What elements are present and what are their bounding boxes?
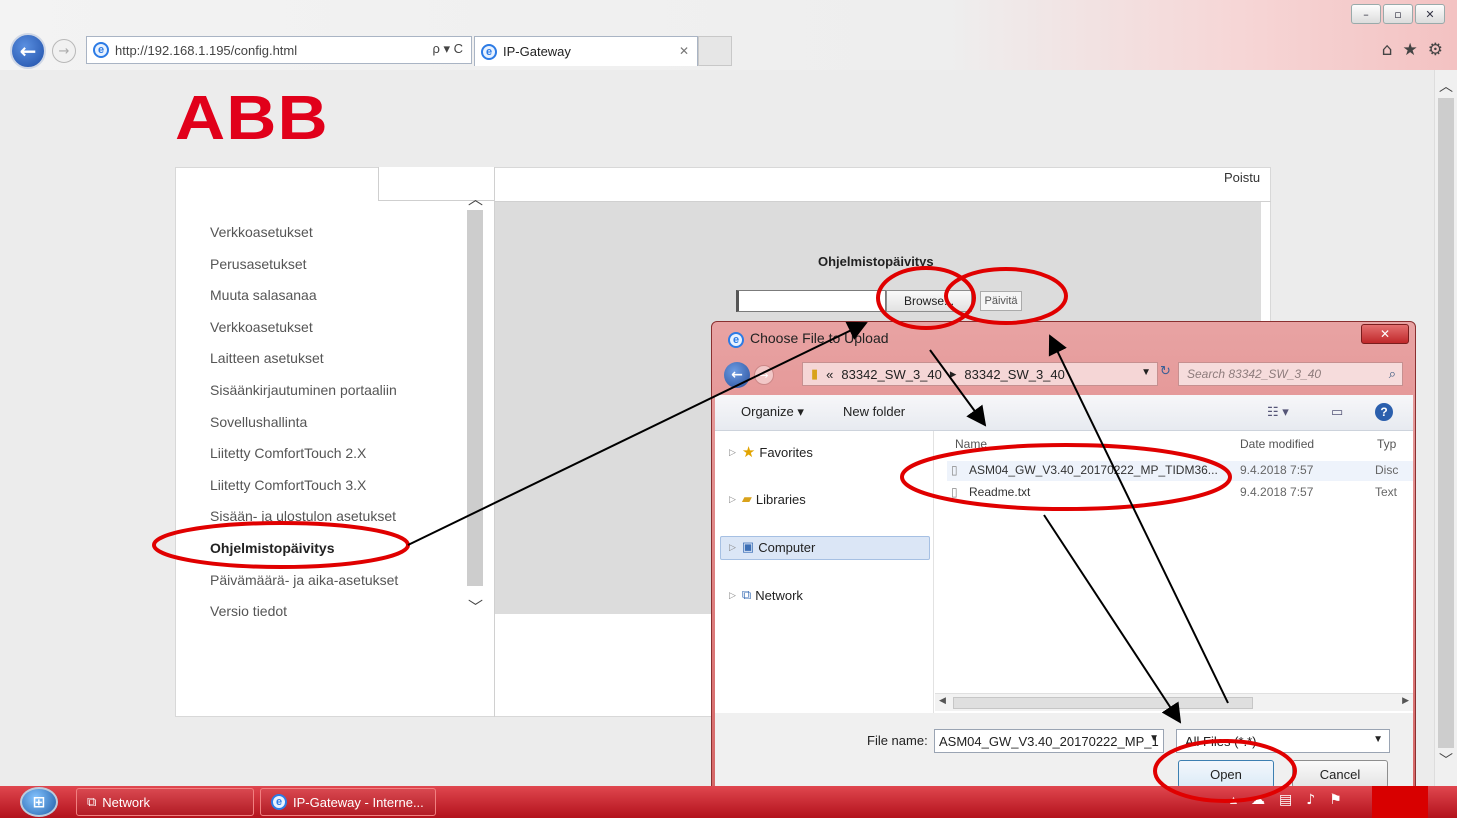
annotation-ellipse [152,521,410,569]
annotation-arrow [407,321,868,546]
annotation-ellipse [900,443,1232,511]
annotation-ellipse [944,267,1068,325]
annotation-arrow [1048,334,1229,704]
annotation-ellipse [1153,739,1297,803]
annotation-overlay [152,266,1297,803]
annotation-arrow [1043,514,1182,724]
annotation-arrow [929,349,987,427]
